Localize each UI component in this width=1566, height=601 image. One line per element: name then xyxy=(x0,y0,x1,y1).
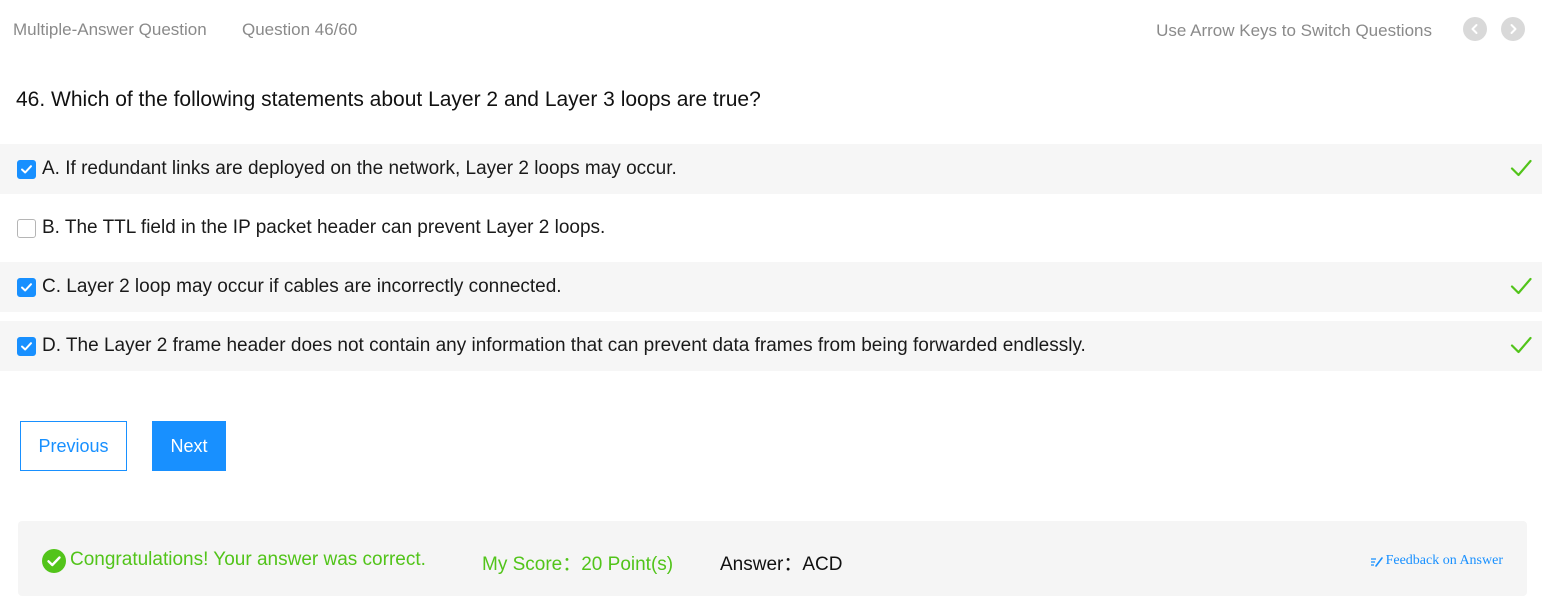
check-circle-icon xyxy=(42,549,66,573)
option-c[interactable]: C. Layer 2 loop may occur if cables are … xyxy=(0,262,1542,312)
chevron-left-icon xyxy=(1471,24,1478,34)
question-header: Multiple-Answer Question Question 46/60 … xyxy=(0,0,1566,60)
option-a-checkbox[interactable] xyxy=(17,159,36,179)
question-text: 46. Which of the following statements ab… xyxy=(16,88,761,111)
result-message: Congratulations! Your answer was correct… xyxy=(70,549,426,570)
option-b[interactable]: B. The TTL field in the IP packet header… xyxy=(0,203,1542,253)
option-a-label: A. If redundant links are deployed on th… xyxy=(42,158,677,179)
option-b-checkbox[interactable] xyxy=(17,218,36,238)
checkmark-icon xyxy=(21,164,32,173)
result-panel: Congratulations! Your answer was correct… xyxy=(18,521,1527,596)
question-counter: Question 46/60 xyxy=(242,20,358,39)
previous-question-button[interactable] xyxy=(1463,17,1487,41)
feedback-label: Feedback on Answer xyxy=(1385,553,1503,568)
keyboard-hint: Use Arrow Keys to Switch Questions xyxy=(1156,21,1432,40)
feedback-link[interactable]: Feedback on Answer xyxy=(1370,553,1503,569)
checkmark-icon xyxy=(21,282,32,291)
checkmark-icon xyxy=(21,341,32,350)
previous-button[interactable]: Previous xyxy=(20,421,127,471)
score-text: My Score：20 Point(s) xyxy=(482,554,674,575)
correct-tick-icon xyxy=(1510,336,1532,354)
answer-text: Answer：ACD xyxy=(720,554,843,575)
option-d-label: D. The Layer 2 frame header does not con… xyxy=(42,335,1086,356)
option-b-label: B. The TTL field in the IP packet header… xyxy=(42,217,606,238)
option-c-label: C. Layer 2 loop may occur if cables are … xyxy=(42,276,562,297)
edit-icon xyxy=(1370,556,1383,567)
option-c-checkbox[interactable] xyxy=(17,277,36,297)
next-question-button[interactable] xyxy=(1501,17,1525,41)
correct-tick-icon xyxy=(1510,277,1532,295)
option-d[interactable]: D. The Layer 2 frame header does not con… xyxy=(0,321,1542,371)
correct-tick-icon xyxy=(1510,159,1532,177)
chevron-right-icon xyxy=(1510,24,1517,34)
next-button[interactable]: Next xyxy=(152,421,226,471)
option-a[interactable]: A. If redundant links are deployed on th… xyxy=(0,144,1542,194)
question-type-label: Multiple-Answer Question xyxy=(13,20,207,39)
option-d-checkbox[interactable] xyxy=(17,336,36,356)
